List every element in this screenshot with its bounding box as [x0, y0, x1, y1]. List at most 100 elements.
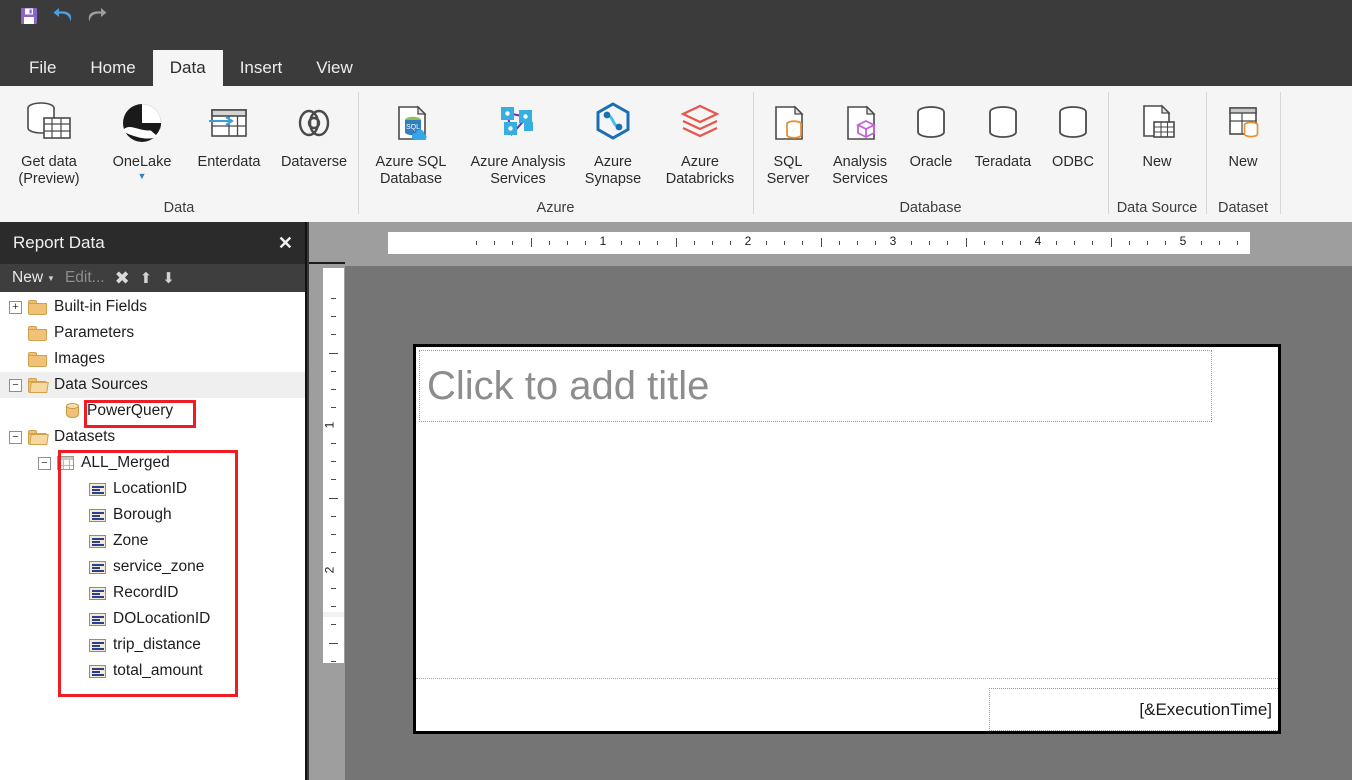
ribbon-button-analysis-services[interactable]: Analysis Services: [823, 92, 897, 188]
ruler-tick: [584, 241, 586, 245]
field-icon: [89, 534, 106, 548]
ribbon-button-enterdata[interactable]: Enterdata: [186, 92, 272, 171]
expander-icon[interactable]: −: [9, 430, 22, 444]
ribbon-tabs: File Home Data Insert View: [0, 32, 1352, 86]
expander-icon[interactable]: −: [9, 378, 22, 392]
tree-item-field-locationid[interactable]: LocationID: [0, 476, 305, 502]
move-up-icon[interactable]: ⬆: [140, 269, 153, 287]
ribbon-button-dataverse[interactable]: Dataverse: [272, 92, 356, 171]
ruler-tick: [331, 624, 336, 626]
tree-item-powerquery[interactable]: PowerQuery: [0, 398, 305, 424]
ruler-tick: [639, 241, 641, 245]
ribbon-button-azure-analysis-services[interactable]: Azure Analysis Services: [464, 92, 572, 188]
ribbon-button-label: Azure Analysis Services: [470, 154, 566, 187]
ruler-tick: [1001, 241, 1003, 245]
tree-item-label: DOLocationID: [113, 610, 211, 627]
ribbon-button-label: Oracle: [909, 154, 953, 170]
execution-time-textbox[interactable]: [&ExecutionTime]: [989, 688, 1278, 731]
tab-insert[interactable]: Insert: [223, 50, 300, 86]
field-icon: [89, 482, 106, 496]
delete-icon[interactable]: ✖: [115, 268, 130, 289]
tree-item-field-service-zone[interactable]: service_zone: [0, 554, 305, 580]
dataverse-icon: [289, 94, 339, 152]
ruler-tick: [802, 241, 804, 245]
ribbon-button-azure-databricks[interactable]: Azure Databricks: [654, 92, 746, 188]
tab-file[interactable]: File: [12, 50, 73, 86]
ruler-tick: [911, 241, 913, 245]
tree-item-field-trip-distance[interactable]: trip_distance: [0, 632, 305, 658]
ruler-tick: [621, 241, 623, 245]
ruler-tick: [1237, 241, 1239, 245]
expander-icon[interactable]: +: [9, 300, 22, 314]
ruler-tick: [729, 241, 731, 245]
ruler-tick: [693, 241, 695, 245]
ribbon: Get data (Preview) OneLake ▼ Enterdata D…: [0, 86, 1352, 222]
ruler-tick: [331, 443, 336, 445]
tree-item-label: total_amount: [113, 662, 203, 679]
vertical-ruler-region-gap: [323, 612, 344, 617]
ribbon-button-teradata[interactable]: Teradata: [965, 92, 1041, 171]
tree-item-all-merged[interactable]: − ALL_Merged: [0, 450, 305, 476]
new-button[interactable]: New ▼: [12, 269, 55, 287]
ruler-tick: [331, 388, 336, 390]
report-page[interactable]: Click to add title [&ExecutionTime]: [413, 344, 1281, 734]
save-icon[interactable]: [18, 5, 40, 27]
ruler-label: 1: [599, 234, 607, 248]
vertical-ruler[interactable]: 12: [323, 268, 344, 663]
ribbon-button-onelake[interactable]: OneLake ▼: [98, 92, 186, 181]
move-down-icon[interactable]: ⬇: [162, 269, 175, 287]
tree-item-datasets[interactable]: − Datasets: [0, 424, 305, 450]
tree-item-field-borough[interactable]: Borough: [0, 502, 305, 528]
redo-icon[interactable]: [86, 5, 108, 27]
ribbon-button-get-data[interactable]: Get data (Preview): [0, 92, 98, 188]
ribbon-button-new-dataset[interactable]: New: [1208, 92, 1278, 171]
tab-data[interactable]: Data: [152, 50, 223, 86]
tree-item-field-total-amount[interactable]: total_amount: [0, 658, 305, 684]
sql-server-icon: [763, 94, 813, 152]
tab-home[interactable]: Home: [73, 50, 152, 86]
tree-item-label: Images: [54, 350, 105, 367]
ruler-tick: [329, 497, 338, 499]
design-canvas-background: Click to add title [&ExecutionTime]: [345, 266, 1352, 780]
azure-sql-database-icon: SQL: [386, 94, 436, 152]
ruler-tick: [856, 241, 858, 245]
tree-item-data-sources[interactable]: − Data Sources: [0, 372, 305, 398]
tree-item-images[interactable]: Images: [0, 346, 305, 372]
ribbon-button-new-data-source[interactable]: New: [1112, 92, 1202, 171]
tree-item-parameters[interactable]: Parameters: [0, 320, 305, 346]
azure-analysis-services-icon: [493, 94, 543, 152]
undo-icon[interactable]: [52, 5, 74, 27]
ruler-tick: [331, 479, 336, 481]
ribbon-button-azure-sql-database[interactable]: SQL Azure SQL Database: [358, 92, 464, 188]
ribbon-button-azure-synapse[interactable]: Azure Synapse: [572, 92, 654, 188]
report-title-textbox[interactable]: Click to add title: [419, 350, 1212, 422]
expander-icon[interactable]: −: [38, 456, 51, 470]
report-footer-region[interactable]: [&ExecutionTime]: [416, 676, 1278, 731]
tree-item-label: Borough: [113, 506, 172, 523]
ruler-tick: [983, 241, 985, 245]
ruler-tick: [1146, 241, 1148, 245]
ribbon-button-odbc[interactable]: ODBC: [1041, 92, 1105, 171]
tree-item-field-recordid[interactable]: RecordID: [0, 580, 305, 606]
ruler-tick: [331, 334, 336, 336]
chevron-down-icon[interactable]: ▼: [138, 172, 147, 181]
ribbon-button-label: SQL Server: [766, 154, 810, 187]
ribbon-button-label: Enterdata: [197, 154, 261, 170]
tree-item-field-zone[interactable]: Zone: [0, 528, 305, 554]
close-icon[interactable]: ✕: [278, 234, 293, 252]
ribbon-button-oracle[interactable]: Oracle: [897, 92, 965, 171]
edit-button[interactable]: Edit...: [65, 269, 105, 287]
tree-item-label: LocationID: [113, 480, 188, 497]
tree-item-field-dolocationid[interactable]: DOLocationID: [0, 606, 305, 632]
report-body-region[interactable]: Click to add title: [416, 347, 1278, 679]
ruler-tick: [711, 241, 713, 245]
report-data-panel: Report Data ✕ New ▼ Edit... ✖ ⬆ ⬇ + Buil…: [0, 222, 307, 780]
ruler-label: 3: [889, 234, 897, 248]
field-icon: [89, 664, 106, 678]
report-data-tree: + Built-in Fields Parameters Images − Da: [0, 292, 305, 684]
ribbon-button-sql-server[interactable]: SQL Server: [753, 92, 823, 188]
tab-view[interactable]: View: [299, 50, 370, 86]
chevron-down-icon[interactable]: ▼: [47, 274, 55, 283]
horizontal-ruler[interactable]: 1 2 3 4 5: [388, 232, 1250, 254]
tree-item-built-in-fields[interactable]: + Built-in Fields: [0, 294, 305, 320]
